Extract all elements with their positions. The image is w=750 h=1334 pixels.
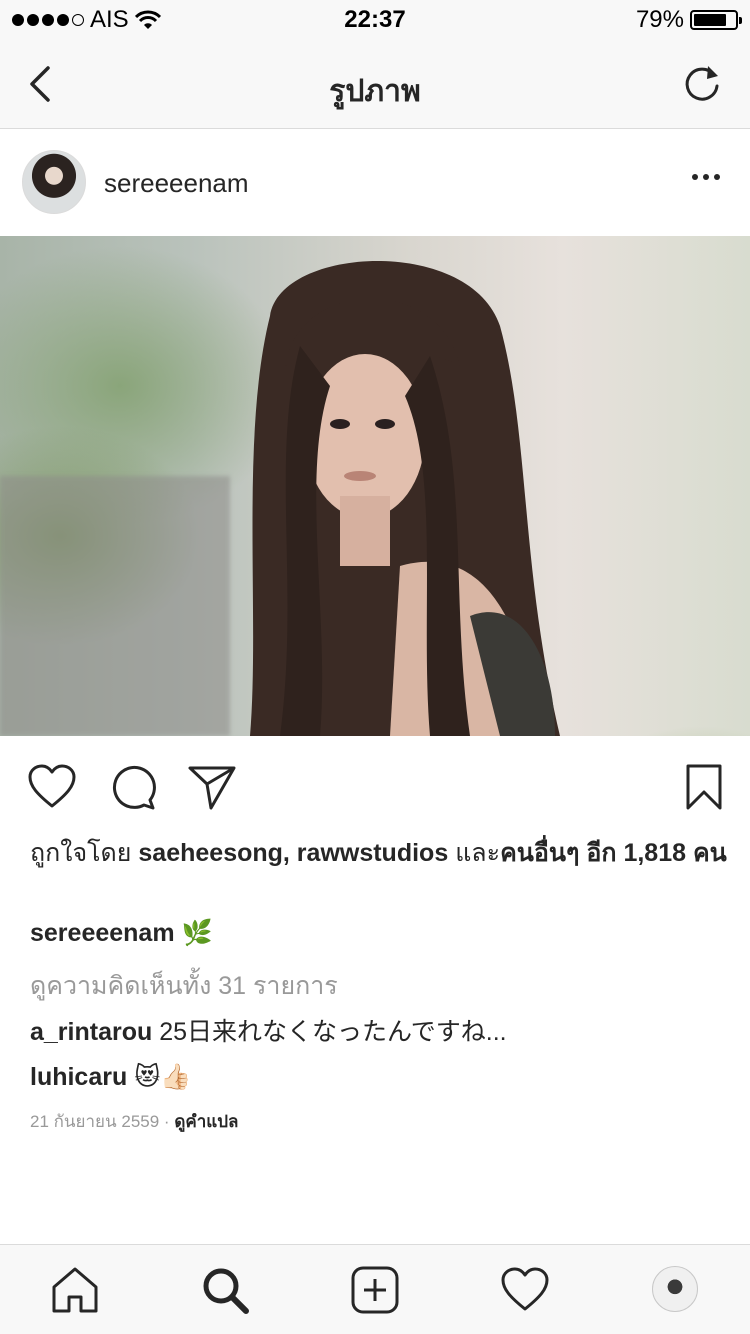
translate-link[interactable]: ดูคำแปล (174, 1112, 238, 1131)
post-username[interactable]: sereeeenam (104, 168, 249, 199)
status-right: 79% (635, 6, 742, 34)
navigation-bar: รูปภาพ (0, 40, 750, 129)
bottom-tab-bar (0, 1244, 750, 1334)
comment-bubble-icon[interactable] (108, 762, 158, 812)
page-title: รูปภาพ (329, 75, 421, 108)
comment-item: luhicaru 😻👍🏻 (30, 1062, 191, 1092)
battery-level (694, 14, 726, 26)
date-separator: · (163, 1112, 170, 1131)
activity-heart-icon[interactable] (500, 1265, 550, 1315)
more-horizontal-icon[interactable] (692, 174, 720, 180)
view-all-comments-link[interactable]: ดูความคิดเห็นทั้ง 31 รายการ (30, 966, 338, 1006)
heart-icon[interactable] (27, 762, 77, 812)
comment-username[interactable]: luhicaru (30, 1063, 127, 1091)
post-photo[interactable] (0, 236, 750, 736)
search-icon[interactable] (200, 1265, 250, 1315)
post-date: 21 กันยายน 2559 (30, 1112, 160, 1131)
likes-conjunction: และ (455, 839, 501, 867)
paper-plane-icon[interactable] (187, 762, 237, 812)
refresh-icon[interactable] (680, 62, 724, 106)
likes-others[interactable]: คนอื่นๆ อีก 1,818 คน (500, 839, 727, 867)
likes-prefix: ถูกใจโดย (30, 839, 132, 867)
avatar[interactable] (22, 150, 86, 214)
post-header: sereeeenam (0, 130, 750, 236)
add-post-icon[interactable] (350, 1265, 400, 1315)
comment-username[interactable]: a_rintarou (30, 1018, 152, 1046)
battery-icon (690, 10, 742, 30)
comment-text: 25日来れなくなったんですね... (159, 1018, 507, 1046)
status-bar: AIS 22:37 79% (0, 0, 750, 40)
post-caption: sereeeenam 🌿 (30, 918, 213, 948)
caption-username[interactable]: sereeeenam (30, 919, 175, 947)
portrait-figure (0, 261, 560, 736)
post-date-row: 21 กันยายน 2559 · ดูคำแปล (30, 1108, 238, 1135)
post-action-bar (0, 736, 750, 836)
battery-percent: 79% (635, 6, 684, 33)
home-icon[interactable] (50, 1265, 100, 1315)
likes-summary[interactable]: ถูกใจโดย saeheesong, rawwstudios และคนอื… (30, 836, 730, 870)
comment-item: a_rintarou 25日来れなくなったんですね... (30, 1012, 507, 1048)
profile-avatar[interactable] (652, 1266, 698, 1312)
comment-text: 😻👍🏻 (134, 1062, 192, 1091)
likes-users[interactable]: saeheesong, rawwstudios (138, 839, 448, 867)
bookmark-icon[interactable] (682, 762, 726, 812)
caption-text: 🌿 (181, 918, 213, 947)
